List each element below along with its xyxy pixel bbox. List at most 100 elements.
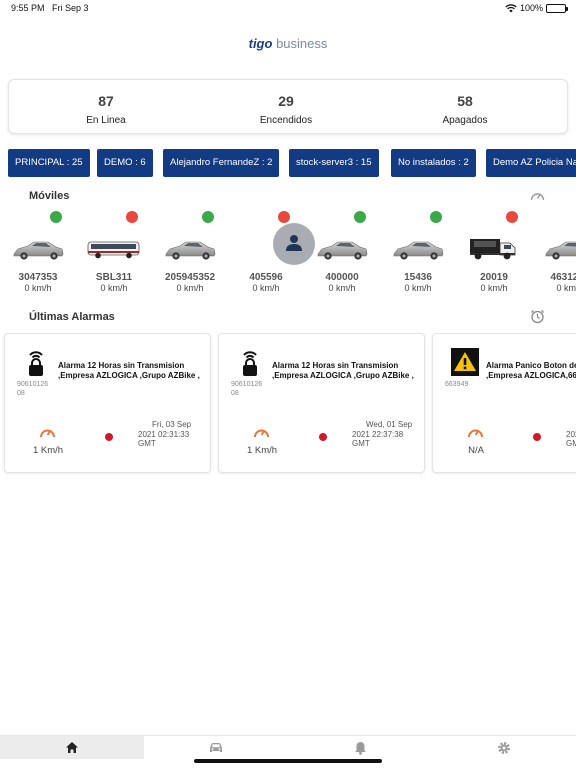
- status-online-dot: [430, 211, 442, 223]
- gear-icon: [498, 741, 510, 754]
- alarm-date-line: Fri, 03 Sep: [152, 420, 192, 429]
- alarm-device-id: 663949: [445, 381, 469, 388]
- tab-alarms[interactable]: [288, 736, 432, 759]
- alarm-date-line: 2021 22:37:38: [352, 429, 404, 439]
- group-chip[interactable]: PRINCIPAL : 25: [8, 149, 90, 177]
- stat-ignition-off-label: Apagados: [442, 115, 488, 126]
- vehicle-item[interactable]: 15436 0 km/h: [380, 208, 456, 298]
- alarms-carousel[interactable]: 9061012608 Alarma 12 Horas sin Transmisio…: [0, 333, 576, 475]
- alarm-card[interactable]: 663949 Alarma Panico Boton de Panico ,Emp…: [432, 333, 576, 473]
- person-icon: [238, 223, 315, 268]
- vehicle-plate: 15436: [404, 272, 432, 283]
- vehicle-item[interactable]: 20019 0 km/h: [456, 208, 532, 298]
- tab-settings[interactable]: [432, 736, 576, 759]
- truck-icon: [466, 228, 522, 268]
- vehicle-item[interactable]: 3047353 0 km/h: [0, 208, 76, 298]
- alarm-title: Alarma 12 Horas sin Transmision ,Empresa…: [58, 361, 200, 380]
- vehicles-title: Móviles: [29, 190, 70, 202]
- car-icon: [10, 228, 66, 268]
- alarm-device-id: 9061012608: [231, 381, 263, 397]
- vehicle-speed: 0 km/h: [100, 283, 128, 293]
- alarm-speed: 1 Km/h: [246, 445, 278, 456]
- bus-icon: [86, 228, 142, 268]
- vehicles-carousel[interactable]: 3047353 0 km/h SBL311 0 km/h 205945352 0 km/h…: [0, 208, 576, 298]
- stat-ignition-on-label: Encendidos: [259, 115, 313, 126]
- alarm-clock-icon[interactable]: [530, 309, 545, 324]
- wifi-icon: [505, 3, 517, 12]
- car-icon: [314, 228, 370, 268]
- status-date: Fri Sep 3: [52, 3, 89, 13]
- tab-bar: [0, 735, 576, 768]
- vehicle-item[interactable]: 400000 0 km/h: [304, 208, 380, 298]
- status-bar: 9:55 PM Fri Sep 3 100%: [0, 0, 576, 18]
- car-icon: [542, 228, 576, 268]
- vehicle-item[interactable]: 405596 0 km/h: [228, 208, 315, 298]
- alarm-device-id: 9061012608: [17, 381, 49, 397]
- vehicle-speed: 0 km/h: [252, 283, 280, 293]
- tab-vehicles[interactable]: [144, 736, 288, 759]
- alarm-title: Alarma Panico Boton de Panico ,Empresa A…: [486, 361, 576, 380]
- stat-ignition-on[interactable]: 29 Encendidos: [216, 93, 356, 126]
- group-chip[interactable]: DEMO : 6: [97, 149, 153, 177]
- alarm-date-line: GMT: [138, 439, 156, 448]
- stat-online-value: 87: [98, 93, 114, 109]
- brand-logo: tigo business: [0, 36, 576, 51]
- group-chip[interactable]: Alejandro FernandeZ : 2: [163, 149, 280, 177]
- status-online-dot: [202, 211, 214, 223]
- alarm-date-line: F: [566, 420, 576, 430]
- alarms-title: Últimas Alarmas: [29, 311, 115, 323]
- status-online-dot: [354, 211, 366, 223]
- battery-percent: 100%: [519, 3, 543, 13]
- car-icon: [390, 228, 446, 268]
- speedometer-icon[interactable]: [530, 189, 545, 202]
- tab-home[interactable]: [0, 736, 144, 759]
- car-icon: [162, 228, 218, 268]
- vehicle-speed: 0 km/h: [556, 283, 576, 293]
- alarm-date: Fri, 03 Sep 2021 02:31:33 GMT: [138, 420, 202, 449]
- group-chip[interactable]: Demo AZ Policia Na: [486, 149, 576, 177]
- vehicle-speed: 0 km/h: [404, 283, 432, 293]
- gauge-icon: [39, 425, 56, 444]
- vehicle-plate: 20019: [480, 272, 508, 283]
- alarm-card[interactable]: 9061012608 Alarma 12 Horas sin Transmisio…: [4, 333, 211, 473]
- vehicle-plate: 405596: [249, 272, 283, 283]
- status-online-dot: [50, 211, 62, 223]
- car-icon: [210, 743, 222, 752]
- home-indicator: [194, 759, 382, 763]
- vehicle-speed: 0 km/h: [24, 283, 52, 293]
- gauge-icon: [467, 425, 484, 444]
- vehicle-item[interactable]: 205945352 0 km/h: [152, 208, 228, 298]
- vehicle-item[interactable]: 46312230 km/h: [532, 208, 576, 298]
- alarm-title: Alarma 12 Horas sin Transmision ,Empresa…: [272, 361, 414, 380]
- brand-business: business: [276, 36, 328, 51]
- brand-tigo: tigo: [248, 36, 273, 51]
- bell-icon: [354, 741, 366, 755]
- alarm-card[interactable]: 9061012608 Alarma 12 Horas sin Transmisio…: [218, 333, 425, 473]
- group-chips: PRINCIPAL : 25 DEMO : 6 Alejandro Fernan…: [8, 149, 576, 177]
- alarm-date-line: Wed, 01 Sep: [366, 420, 413, 429]
- status-offline-dot: [506, 211, 518, 223]
- home-icon: [66, 742, 78, 753]
- stat-online-label: En Linea: [86, 115, 126, 126]
- alarm-date: F2021GMT: [566, 420, 576, 449]
- stat-ignition-off[interactable]: 58 Apagados: [395, 93, 535, 126]
- signal-lock-icon: [237, 348, 263, 378]
- vehicle-speed: 0 km/h: [176, 283, 204, 293]
- alarm-status-dot: [319, 433, 327, 441]
- status-time: 9:55 PM: [11, 3, 45, 13]
- vehicle-speed: 0 km/h: [328, 283, 356, 293]
- stat-online[interactable]: 87 En Linea: [36, 93, 176, 126]
- vehicle-item[interactable]: SBL311 0 km/h: [76, 208, 152, 298]
- stat-ignition-off-value: 58: [457, 93, 473, 109]
- gauge-icon: [253, 425, 270, 444]
- alarm-speed: N/A: [468, 445, 484, 456]
- group-chip[interactable]: stock-server3 : 15: [289, 149, 379, 177]
- alarm-speed: 1 Km/h: [32, 445, 64, 456]
- stat-ignition-on-value: 29: [278, 93, 294, 109]
- group-chip[interactable]: No instalados : 2: [391, 149, 476, 177]
- status-right: 100%: [505, 3, 568, 13]
- vehicle-speed: 0 km/h: [480, 283, 508, 293]
- vehicle-plate: 400000: [325, 272, 359, 283]
- stats-card: 87 En Linea 29 Encendidos 58 Apagados: [8, 79, 568, 134]
- vehicle-plate: 205945352: [164, 272, 216, 283]
